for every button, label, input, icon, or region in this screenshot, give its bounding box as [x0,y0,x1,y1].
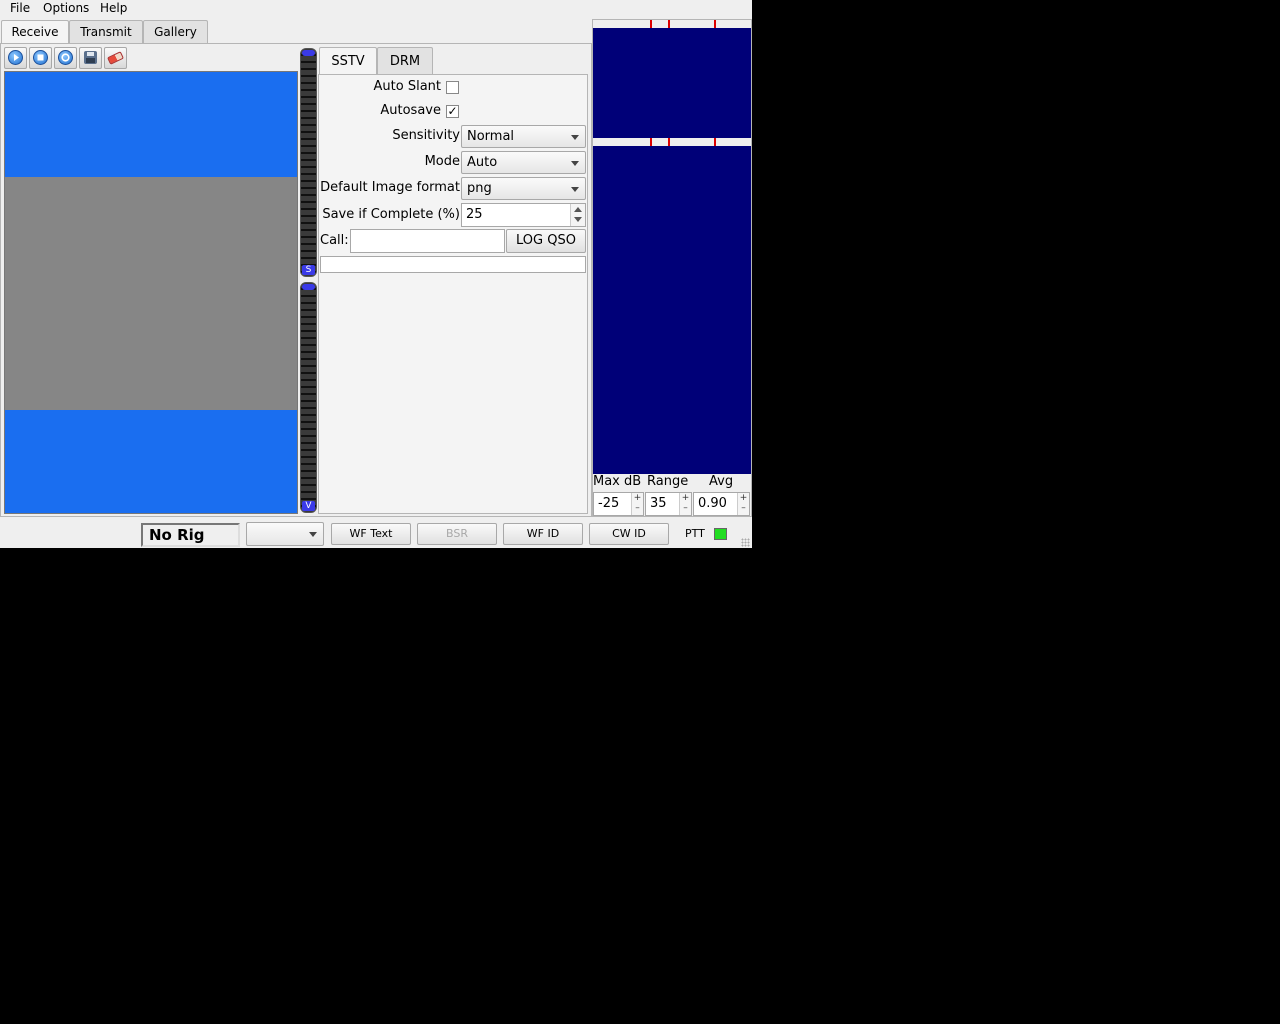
waterfall-display[interactable] [593,146,751,474]
save-complete-value: 25 [466,207,483,222]
stop-button[interactable] [29,47,52,69]
menubar: File Options Help [0,0,752,18]
rig-name-display: No Rig [141,523,240,547]
autosave-checkbox[interactable]: ✓ [446,105,459,118]
minus-icon[interactable]: – [680,503,691,513]
arrow-down-icon[interactable] [574,217,582,222]
minus-icon[interactable]: – [738,503,749,513]
plus-icon[interactable]: + [738,493,749,503]
save-button[interactable] [79,47,102,69]
mode-select[interactable]: Auto [461,151,586,174]
save-complete-spinbox[interactable]: 25 [461,203,586,227]
tab-sstv[interactable]: SSTV [319,47,377,75]
rig-select[interactable] [246,522,324,546]
menu-help[interactable]: Help [100,1,127,15]
erase-button[interactable] [104,47,127,69]
range-stepper[interactable]: + – [679,493,691,515]
start-button[interactable] [4,47,27,69]
erase-icon [107,51,124,65]
avg-stepper[interactable]: + – [737,493,749,515]
menu-file[interactable]: File [10,1,30,15]
signal-meter-cap [302,50,315,56]
sensitivity-select[interactable]: Normal [461,125,586,148]
tab-receive[interactable]: Receive [1,20,69,45]
refresh-icon [58,50,73,65]
save-complete-label: Save if Complete (%) [322,207,460,222]
menu-options[interactable]: Options [43,1,89,15]
refresh-button[interactable] [54,47,77,69]
tab-drm[interactable]: DRM [377,47,433,74]
avg-spinbox[interactable]: 0.90 + – [693,492,750,516]
frequency-marker-6 [714,138,716,146]
chevron-down-icon [571,135,579,140]
received-image [4,71,298,514]
ptt-label: PTT [685,527,705,540]
tab-gallery[interactable]: Gallery [143,20,208,44]
plus-icon[interactable]: + [680,493,691,503]
signal-meter-label: S [302,265,315,275]
auto-slant-checkbox[interactable] [446,81,459,94]
max-db-label: Max dB [593,474,642,489]
volume-meter-cap [302,284,315,290]
avg-label: Avg [709,474,734,489]
range-value: 35 [650,496,667,511]
start-icon [8,50,23,65]
max-db-stepper[interactable]: + – [631,493,643,515]
wf-text-button[interactable]: WF Text [331,523,411,545]
arrow-up-icon[interactable] [574,207,582,212]
frequency-marker-1 [650,20,652,28]
ptt-indicator [714,528,727,540]
range-label: Range [647,474,689,489]
sensitivity-label: Sensitivity [392,128,460,143]
signal-meter: S [300,48,317,277]
image-format-select[interactable]: png [461,177,586,200]
max-db-value: -25 [598,496,620,511]
wf-id-button[interactable]: WF ID [503,523,583,545]
volume-meter-label: V [302,501,315,511]
range-spinbox[interactable]: 35 + – [645,492,692,516]
auto-slant-label: Auto Slant [373,79,441,94]
app-window: File Options Help Receive Transmit Galle… [0,0,752,548]
cw-id-button[interactable]: CW ID [589,523,669,545]
autosave-label: Autosave [380,103,441,118]
avg-value: 0.90 [698,496,727,511]
save-icon [84,51,97,64]
received-image-gray-band [5,177,297,410]
mode-label: Mode [424,154,460,169]
max-db-spinbox[interactable]: -25 + – [593,492,644,516]
volume-meter: V [300,282,317,513]
log-qso-button[interactable]: LOG QSO [506,229,586,253]
plus-icon[interactable]: + [632,493,643,503]
stop-icon [33,50,48,65]
call-input[interactable] [350,229,505,253]
frequency-marker-3 [714,20,716,28]
frequency-marker-2 [668,20,670,28]
tab-transmit[interactable]: Transmit [69,20,143,44]
chevron-down-icon [571,187,579,192]
chevron-down-icon [571,161,579,166]
bsr-button[interactable]: BSR [417,523,497,545]
mode-value: Auto [467,155,498,170]
save-complete-stepper[interactable] [570,204,585,226]
call-label: Call: [320,233,349,248]
message-field [320,256,586,273]
resize-grip-icon[interactable] [741,538,750,547]
frequency-marker-4 [650,138,652,146]
frequency-marker-5 [668,138,670,146]
spectrum-display[interactable] [593,28,751,138]
chevron-down-icon [309,532,317,537]
image-format-value: png [467,181,492,196]
sensitivity-value: Normal [467,129,515,144]
minus-icon[interactable]: – [632,503,643,513]
image-format-label: Default Image format [320,180,460,195]
